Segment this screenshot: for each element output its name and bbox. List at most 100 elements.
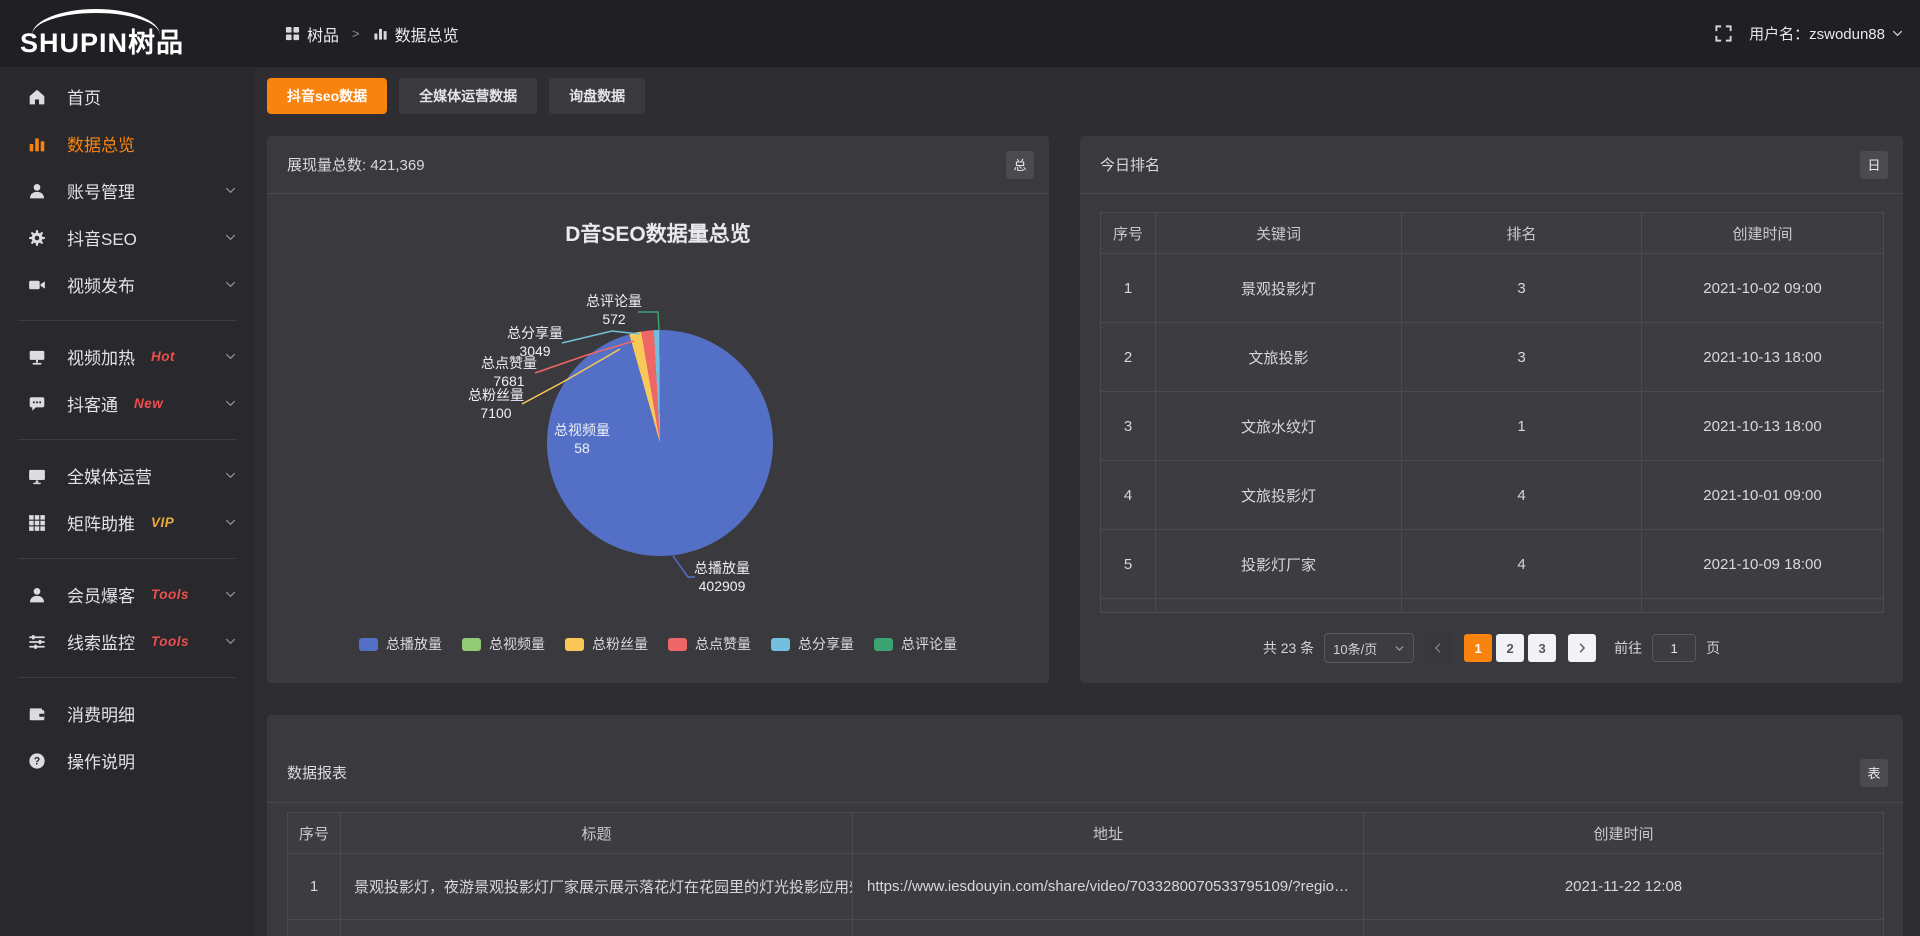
table-cell: 4 [1402, 461, 1642, 530]
tab-2[interactable]: 询盘数据 [549, 78, 645, 114]
sidebar-item-label: 矩阵助推 [67, 510, 135, 535]
tab-1[interactable]: 全媒体运营数据 [399, 78, 537, 114]
day-badge-button[interactable]: 日 [1860, 151, 1888, 179]
page-size-select[interactable]: 10条/页 [1324, 633, 1414, 663]
pie-label-likes: 总点赞量7681 [454, 354, 564, 390]
sidebar-item-4[interactable]: 视频发布 [0, 261, 255, 308]
table-cell [853, 920, 1364, 936]
table-row: 3文旅水纹灯12021-10-13 18:00 [1101, 392, 1884, 461]
fullscreen-icon[interactable] [1714, 24, 1733, 43]
next-page-button[interactable] [1568, 634, 1596, 662]
sidebar-item-label: 全媒体运营 [67, 463, 152, 488]
sidebar-item-2[interactable]: 账号管理 [0, 167, 255, 214]
goto-label: 前往 [1614, 638, 1642, 658]
sidebar-item-10[interactable]: 线索监控 Tools [0, 618, 255, 665]
goto-page-input[interactable] [1652, 634, 1696, 662]
column-header: 排名 [1402, 213, 1642, 254]
table-cell: 2 [1101, 323, 1156, 392]
report-panel: 数据报表 表 序号标题地址创建时间1景观投影灯，夜游景观投影灯厂家展示展示落花灯… [267, 715, 1903, 936]
sidebar-item-7[interactable]: 全媒体运营 [0, 452, 255, 499]
sidebar-divider [18, 677, 237, 678]
sidebar-item-5[interactable]: 视频加热Hot [0, 333, 255, 380]
total-badge-button[interactable]: 总 [1006, 151, 1034, 179]
pie-label-comments: 总评论量572 [559, 292, 669, 328]
legend-swatch [668, 638, 687, 651]
ranking-panel: 今日排名 日 序号关键词排名创建时间1景观投影灯32021-10-02 09:0… [1080, 136, 1903, 683]
table-badge-button[interactable]: 表 [1860, 759, 1888, 787]
column-header: 地址 [853, 813, 1364, 854]
sidebar-item-0[interactable]: 首页 [0, 73, 255, 120]
chevron-down-icon [224, 588, 237, 601]
page-number-buttons: 123 [1462, 634, 1558, 662]
sidebar-item-badge: Tools [151, 587, 189, 602]
bar-chart-icon [373, 26, 388, 41]
page-button-1[interactable]: 1 [1464, 634, 1492, 662]
column-header: 创建时间 [1364, 813, 1884, 854]
tab-0[interactable]: 抖音seo数据 [267, 78, 387, 114]
monitor-icon [28, 467, 46, 485]
sidebar-item-label: 消费明细 [67, 701, 135, 726]
username-label: 用户名：zswodun88 [1749, 23, 1885, 44]
chevron-down-icon [224, 397, 237, 410]
overview-panel: 展现量总数: 421,369 总 D音SEO数据量总览 总评论量572 总分享量… [267, 136, 1049, 683]
table-cell [1642, 599, 1884, 613]
impressions-total-stat: 展现量总数: 421,369 [287, 154, 425, 175]
sidebar: 首页数据总览账号管理抖音SEO 视频发布视频加热Hot抖客通New 全媒体运营矩阵助… [0, 67, 255, 936]
sidebar-item-8[interactable]: 矩阵助推VIP [0, 499, 255, 546]
screen-icon [28, 348, 46, 366]
table-cell: 1 [288, 854, 341, 920]
legend-item-3[interactable]: 总点赞量 [668, 634, 751, 654]
user-icon [28, 586, 46, 604]
sliders-icon [28, 633, 46, 651]
sidebar-item-12[interactable]: ?操作说明 [0, 737, 255, 784]
sidebar-item-11[interactable]: 消费明细 [0, 690, 255, 737]
legend-swatch [771, 638, 790, 651]
legend-label: 总视频量 [489, 634, 545, 654]
legend-item-2[interactable]: 总粉丝量 [565, 634, 648, 654]
sidebar-item-label: 账号管理 [67, 178, 135, 203]
column-header: 关键词 [1156, 213, 1402, 254]
table-cell [1402, 599, 1642, 613]
page-button-3[interactable]: 3 [1528, 634, 1556, 662]
legend-item-4[interactable]: 总分享量 [771, 634, 854, 654]
page-button-2[interactable]: 2 [1496, 634, 1524, 662]
logo-text: SHUPIN树品 [20, 21, 184, 60]
table-cell: 2021-10-09 18:00 [1642, 530, 1884, 599]
table-cell: 景观投影灯 [1156, 254, 1402, 323]
bar-chart-icon [28, 135, 46, 153]
report-link[interactable]: https://www.iesdouyin.com/share/video/70… [853, 854, 1364, 920]
sidebar-item-badge: Tools [151, 634, 189, 649]
legend-item-1[interactable]: 总视频量 [462, 634, 545, 654]
sidebar-item-label: 抖音SEO [67, 225, 137, 250]
table-cell: 投影灯厂家 [1156, 530, 1402, 599]
report-panel-header: 数据报表 表 [267, 715, 1903, 803]
sidebar-item-label: 视频加热 [67, 344, 135, 369]
legend-item-5[interactable]: 总评论量 [874, 634, 957, 654]
sidebar-item-3[interactable]: 抖音SEO [0, 214, 255, 261]
table-cell: 2021-10-02 09:00 [1642, 254, 1884, 323]
sidebar-item-1[interactable]: 数据总览 [0, 120, 255, 167]
data-tabs: 抖音seo数据全媒体运营数据询盘数据 [267, 78, 645, 114]
breadcrumb-current[interactable]: 数据总览 [373, 22, 459, 46]
chat-icon [28, 395, 46, 413]
breadcrumb-label: 树品 [307, 22, 339, 46]
sidebar-item-9[interactable]: 会员爆客Tools [0, 571, 255, 618]
prev-page-button[interactable] [1424, 634, 1452, 662]
legend-item-0[interactable]: 总播放量 [359, 634, 442, 654]
sidebar-item-label: 操作说明 [67, 748, 135, 773]
table-cell: 4 [1402, 530, 1642, 599]
app-logo[interactable]: SHUPIN树品 [20, 7, 235, 62]
legend-swatch [359, 638, 378, 651]
sidebar-item-6[interactable]: 抖客通New [0, 380, 255, 427]
user-menu[interactable]: 用户名：zswodun88 [1749, 23, 1904, 44]
table-cell: 景观投影灯，夜游景观投影灯厂家展示展示落花灯在花园里的灯光投影应用效果 # [341, 854, 853, 920]
breadcrumb-home[interactable]: 树品 [285, 22, 339, 46]
legend-label: 总评论量 [901, 634, 957, 654]
breadcrumb: 树品 > 数据总览 [285, 0, 459, 67]
sidebar-item-label: 线索监控 [67, 629, 135, 654]
chevron-right-icon [1576, 642, 1588, 654]
sidebar-item-badge: New [134, 396, 163, 411]
home-icon [28, 88, 46, 106]
table-cell: 2021-10-13 18:00 [1642, 323, 1884, 392]
legend-swatch [462, 638, 481, 651]
